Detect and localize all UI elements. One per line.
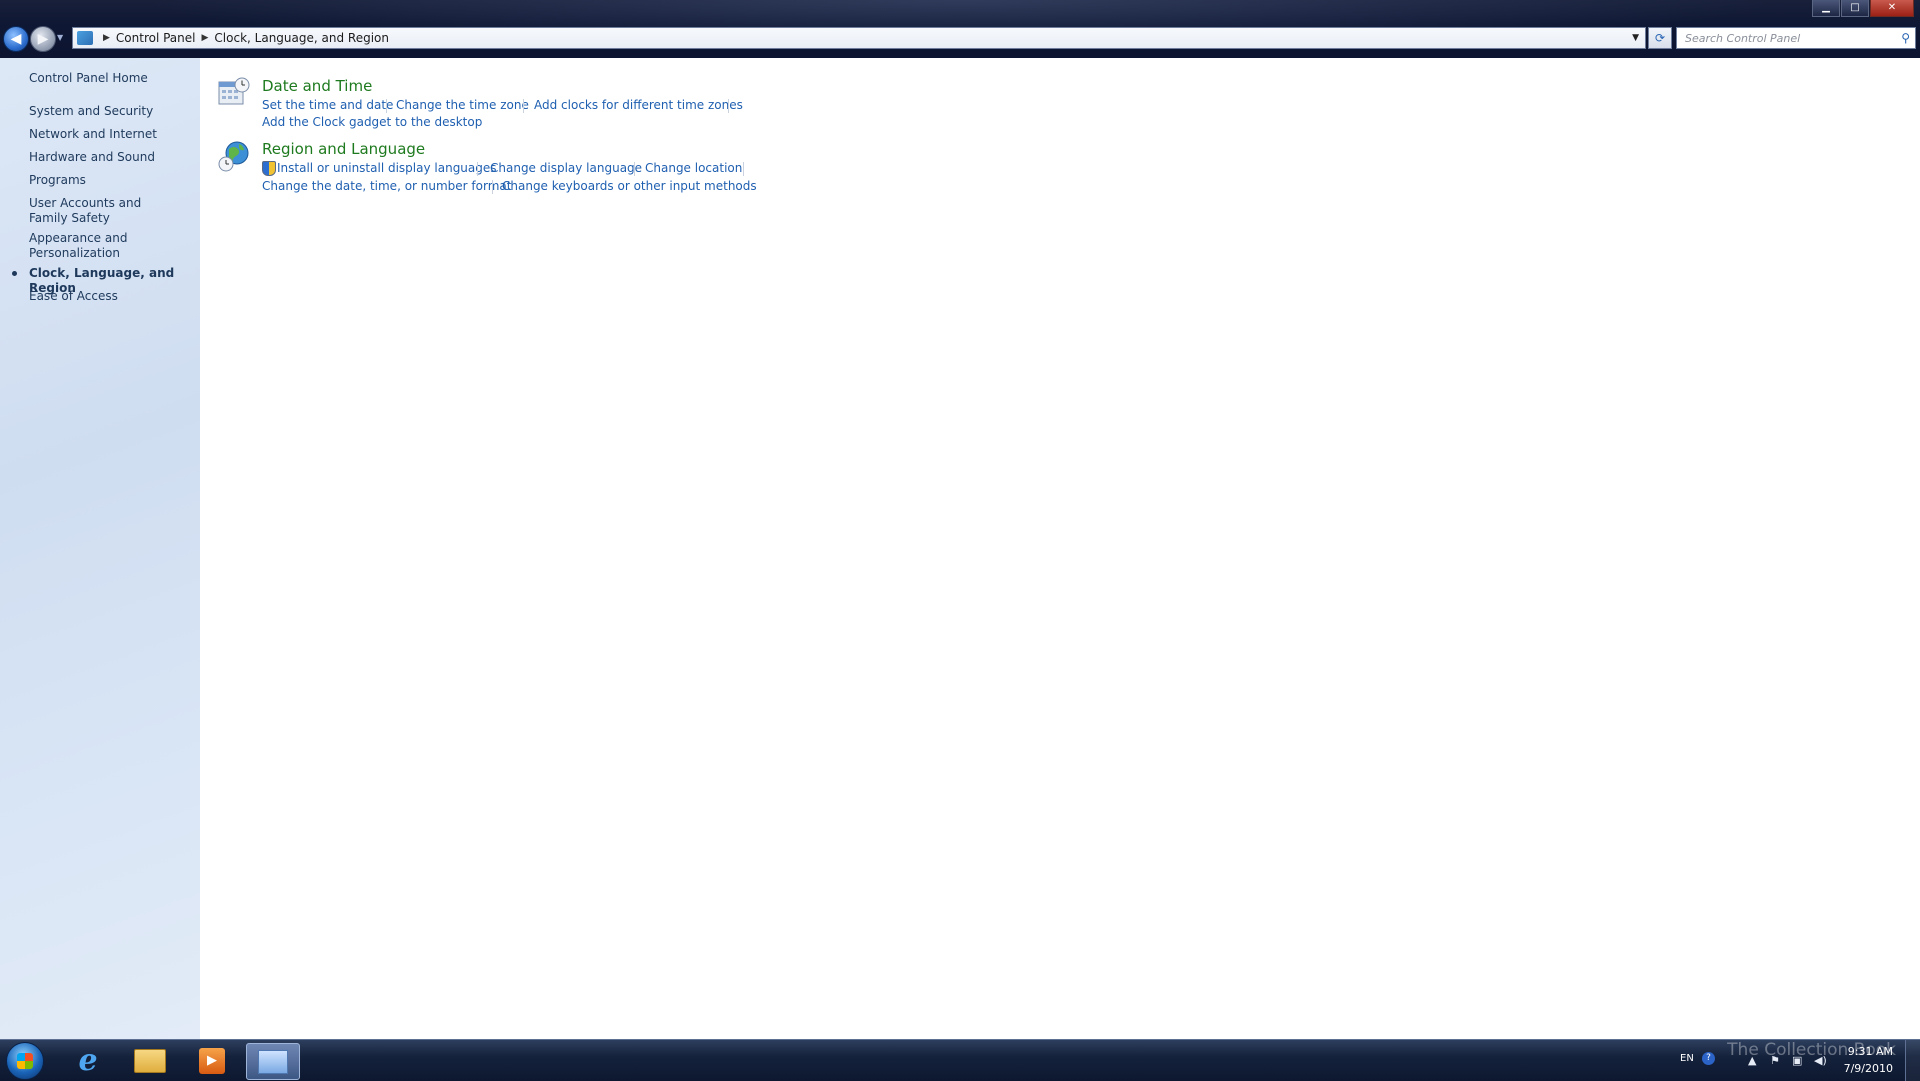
address-bar[interactable]: ▶ Control Panel ▶ Clock, Language, and R… [72, 27, 1646, 49]
breadcrumb-control-panel[interactable]: Control Panel [116, 31, 196, 45]
arrow-right-icon: ▶ [37, 31, 49, 47]
link-divider [523, 99, 524, 113]
sidebar-item-hardware-and-sound[interactable]: Hardware and Sound [29, 150, 199, 165]
close-button[interactable]: ✕ [1870, 0, 1914, 17]
uac-shield-icon [262, 161, 276, 176]
link-divider [743, 162, 744, 176]
main-content: Date and Time Set the time and date Chan… [200, 58, 1920, 1039]
sidebar-item-ease-of-access[interactable]: Ease of Access [29, 289, 199, 304]
language-indicator[interactable]: EN [1680, 1053, 1694, 1064]
maximize-button[interactable]: □ [1841, 0, 1869, 17]
link-set-time-date[interactable]: Set the time and date [262, 98, 393, 112]
link-divider [634, 162, 635, 176]
taskbar-media-player[interactable]: ▶ [186, 1043, 238, 1078]
taskbar-windows-explorer[interactable] [124, 1043, 176, 1078]
sidebar-item-appearance[interactable]: Appearance and Personalization [29, 231, 139, 261]
control-panel-icon [77, 31, 93, 45]
refresh-icon: ⟳ [1654, 31, 1666, 45]
sidebar-item-user-accounts[interactable]: User Accounts and Family Safety [29, 196, 174, 226]
link-change-time-zone[interactable]: Change the time zone [396, 98, 529, 112]
search-input[interactable] [1683, 30, 1892, 46]
sidebar-item-control-panel-home[interactable]: Control Panel Home [29, 71, 199, 86]
minimize-button[interactable]: ▁ [1812, 0, 1840, 17]
window-controls: ▁ □ ✕ [1812, 0, 1914, 18]
category-title-region-and-language[interactable]: Region and Language [262, 140, 425, 158]
control-panel-icon [258, 1049, 288, 1074]
link-add-clocks[interactable]: Add clocks for different time zones [534, 98, 743, 112]
search-box[interactable]: ⚲ [1676, 27, 1916, 49]
date-and-time-icon[interactable] [217, 76, 251, 110]
start-button[interactable] [6, 1042, 44, 1080]
refresh-button[interactable]: ⟳ [1648, 27, 1672, 49]
sidebar-item-network-and-internet[interactable]: Network and Internet [29, 127, 199, 142]
link-install-display-languages[interactable]: Install or uninstall display languages [277, 161, 497, 175]
breadcrumb-separator-icon[interactable]: ▶ [103, 33, 110, 43]
breadcrumb-clock-language-region[interactable]: Clock, Language, and Region [214, 31, 389, 45]
category-title-date-and-time[interactable]: Date and Time [262, 77, 372, 95]
link-divider [492, 180, 493, 194]
show-desktop-button[interactable] [1905, 1040, 1920, 1081]
link-divider [386, 99, 387, 113]
back-button[interactable]: ◀ [3, 26, 29, 52]
forward-button[interactable]: ▶ [30, 26, 56, 52]
address-dropdown-icon[interactable]: ▼ [1632, 33, 1639, 43]
link-divider [728, 99, 729, 113]
region-and-language-icon[interactable] [217, 139, 251, 173]
help-icon[interactable]: ? [1702, 1052, 1715, 1065]
recent-pages-button[interactable]: ▼ [57, 33, 63, 42]
arrow-left-icon: ◀ [10, 31, 22, 47]
windows-logo-icon [17, 1053, 33, 1069]
link-change-keyboards[interactable]: Change keyboards or other input methods [502, 179, 757, 193]
sidebar-item-programs[interactable]: Programs [29, 173, 199, 188]
taskbar-internet-explorer[interactable]: e [62, 1043, 114, 1078]
sidebar: Control Panel Home System and Security N… [0, 58, 200, 1039]
sidebar-item-system-and-security[interactable]: System and Security [29, 104, 199, 119]
link-change-format[interactable]: Change the date, time, or number format [262, 179, 511, 193]
link-change-location[interactable]: Change location [645, 161, 742, 175]
internet-explorer-icon: e [78, 1043, 98, 1078]
watermark: The Collection Book [1727, 1040, 1896, 1060]
clock-date[interactable]: 7/9/2010 [1844, 1062, 1893, 1075]
link-change-display-language[interactable]: Change display language [490, 161, 642, 175]
title-bar: ▁ □ ✕ ◀ ▶ ▼ ▶ Control Panel ▶ Clock, Lan… [0, 0, 1920, 58]
chevron-down-icon: ▼ [57, 33, 64, 42]
breadcrumb-separator-icon[interactable]: ▶ [202, 33, 209, 43]
search-icon[interactable]: ⚲ [1901, 31, 1910, 45]
taskbar: e ▶ EN ? ▲ ⚑ ▣ ◀) 9:31 AM 7/9/2010 [0, 1039, 1920, 1081]
folder-icon [134, 1048, 166, 1073]
active-bullet-icon [12, 271, 17, 276]
media-player-icon: ▶ [199, 1047, 225, 1074]
taskbar-control-panel[interactable] [246, 1043, 300, 1080]
link-add-clock-gadget[interactable]: Add the Clock gadget to the desktop [262, 115, 482, 129]
link-divider [477, 162, 478, 176]
